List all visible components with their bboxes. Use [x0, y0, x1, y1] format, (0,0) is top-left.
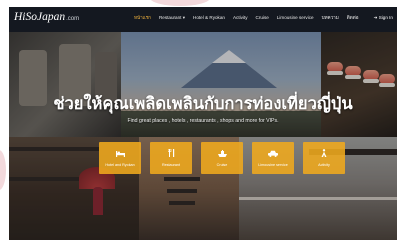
category-tiles: Hotel and Ryokan Restaurant Cruise Limou…: [99, 142, 354, 174]
nav-item-cruise[interactable]: Cruise: [256, 15, 269, 22]
category-cruise[interactable]: Cruise: [201, 142, 243, 174]
hero-subheadline: Find great places , hotels , restaurants…: [127, 118, 279, 124]
page-viewport: HiSoJapan.com หน้าแรก Restaurant ▾ Hotel…: [9, 7, 397, 240]
nav-item-activity[interactable]: Activity: [233, 15, 248, 22]
activity-icon: [320, 149, 328, 160]
sign-in-link[interactable]: ➜ Sign In: [374, 15, 393, 21]
nav-item-contact[interactable]: ติดต่อ: [347, 15, 359, 22]
category-label: Restaurant: [161, 163, 181, 167]
nav-item-restaurant[interactable]: Restaurant ▾: [159, 15, 185, 22]
category-limousine[interactable]: Limousine service: [252, 142, 294, 174]
category-hotel-ryokan[interactable]: Hotel and Ryokan: [99, 142, 141, 174]
nav-item-hotel-ryokan[interactable]: Hotel & Ryokan: [193, 15, 225, 22]
cutlery-icon: [167, 148, 175, 160]
category-label: Activity: [318, 163, 330, 167]
nav-item-home[interactable]: หน้าแรก: [134, 15, 151, 22]
site-logo[interactable]: HiSoJapan.com: [14, 11, 79, 23]
car-icon: [268, 150, 278, 160]
bed-icon: [115, 150, 125, 160]
main-nav: หน้าแรก Restaurant ▾ Hotel & Ryokan Acti…: [134, 15, 367, 22]
category-label: Hotel and Ryokan: [105, 162, 135, 167]
nav-item-articles[interactable]: บทความ: [322, 15, 339, 22]
category-label: Limousine service: [258, 162, 288, 167]
hero-headline: ช่วยให้คุณเพลิดเพลินกับการท่องเที่ยวญี่ป…: [53, 95, 353, 113]
category-activity[interactable]: Activity: [303, 142, 345, 174]
category-label: Cruise: [216, 162, 228, 167]
category-restaurant[interactable]: Restaurant: [150, 142, 192, 174]
top-navbar: HiSoJapan.com หน้าแรก Restaurant ▾ Hotel…: [9, 7, 397, 32]
nav-item-limousine[interactable]: Limousine service: [277, 15, 314, 22]
ship-icon: [217, 149, 227, 160]
